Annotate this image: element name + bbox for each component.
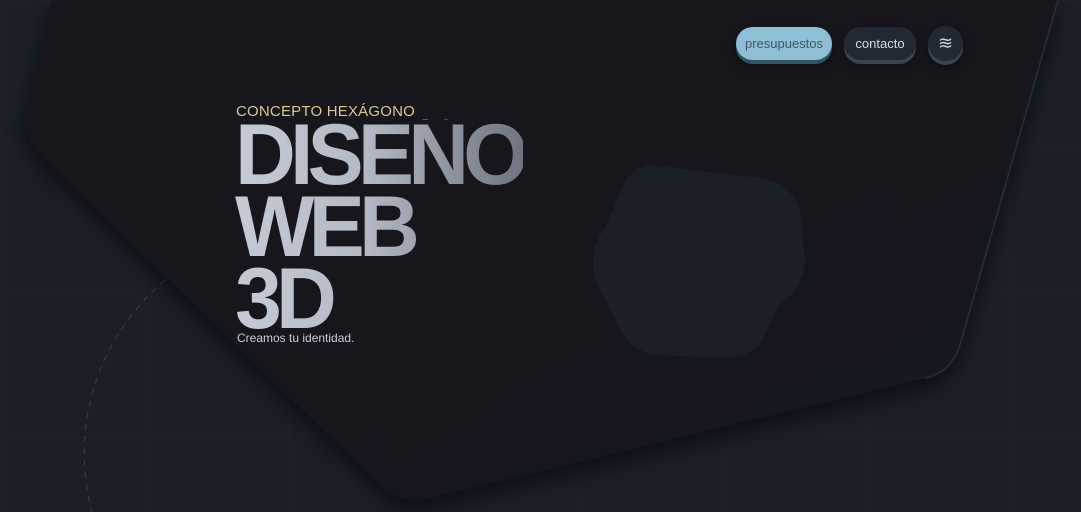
hero-page: presupuestos contacto ≋ CONCEPTO HEXÁGON… [0, 0, 1081, 512]
quote-button[interactable]: presupuestos [736, 27, 832, 60]
contact-button[interactable]: contacto [844, 27, 916, 60]
menu-button[interactable]: ≋ [928, 26, 963, 61]
background-graphic [0, 0, 1081, 512]
hero-block: CONCEPTO HEXÁGONO DISEÑO WEB 3D Creamos … [235, 103, 529, 345]
top-nav: presupuestos contacto ≋ [736, 26, 963, 61]
hero-headline: DISEÑO WEB 3D [235, 119, 523, 335]
wave-menu-icon: ≋ [937, 33, 954, 53]
hero-tagline: Creamos tu identidad. [237, 331, 355, 345]
